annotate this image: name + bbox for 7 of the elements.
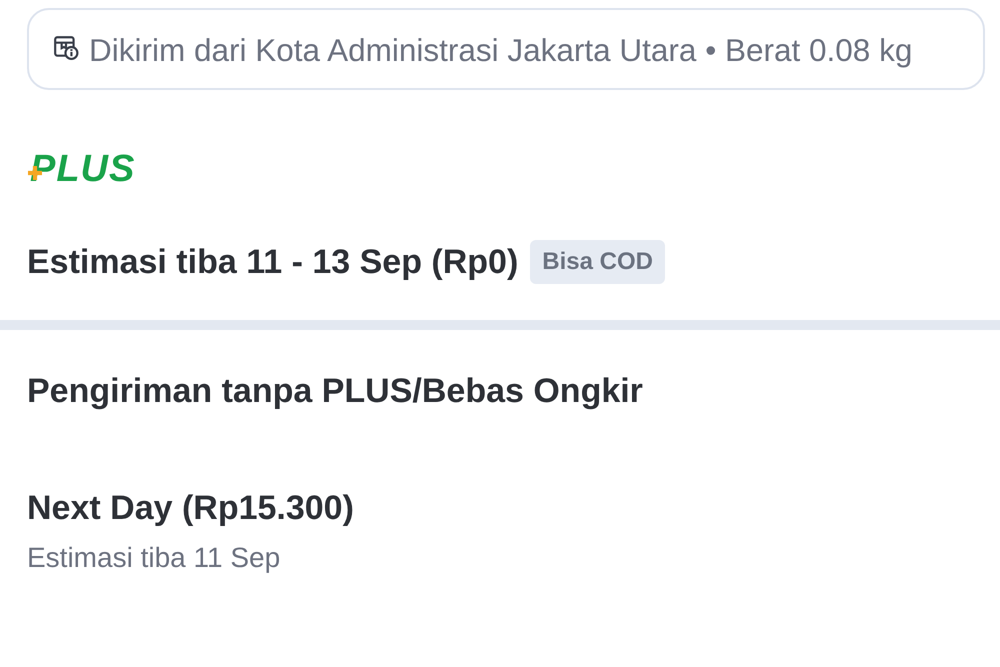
cod-badge: Bisa COD	[530, 240, 665, 284]
shipping-estimate: Estimasi tiba 11 Sep	[27, 542, 282, 574]
section-title: Pengiriman tanpa PLUS/Bebas Ongkir	[26, 371, 644, 411]
estimate-text: Estimasi tiba 11 - 13 Sep (Rp0)	[27, 242, 518, 282]
shipping-option-name: Next Day (Rp15.300)	[27, 489, 355, 528]
origin-text: Dikirim dari Kota Administrasi Jakarta Utara • Berat 0.08 kg	[89, 31, 912, 70]
package-info-icon	[53, 34, 79, 60]
